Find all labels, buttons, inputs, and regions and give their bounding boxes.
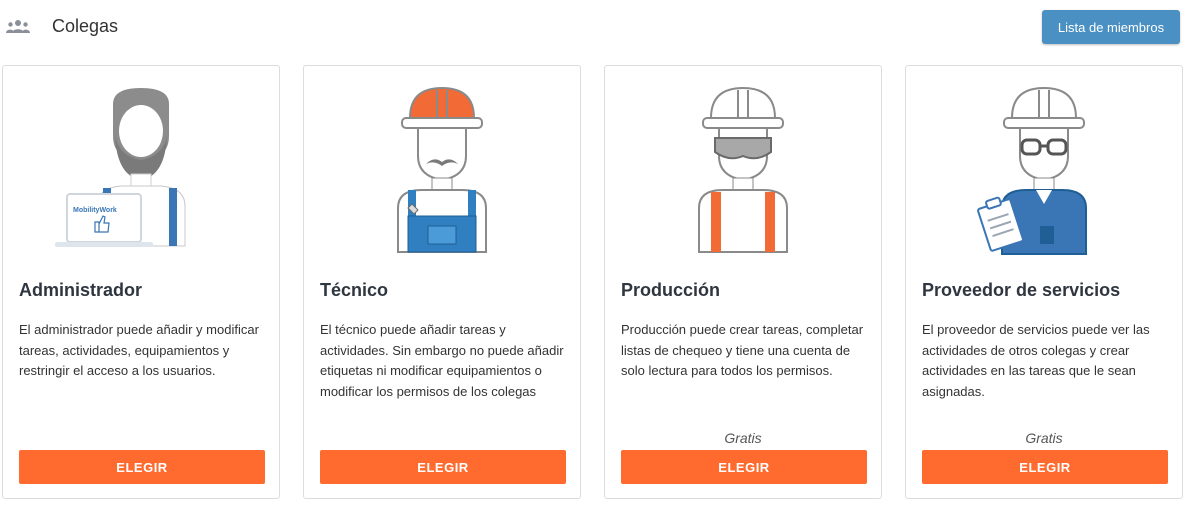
card-price: Gratis: [724, 430, 762, 446]
choose-technician-button[interactable]: ELEGIR: [320, 450, 566, 484]
production-avatar-icon: [698, 86, 788, 253]
technician-illustration: [304, 76, 580, 256]
admin-avatar-icon: MobilityWork: [55, 88, 186, 247]
card-description: El proveedor de servicios puede ver las …: [922, 322, 1150, 399]
page-header: Colegas Lista de miembros: [0, 0, 1192, 56]
service-provider-illustration: [906, 76, 1182, 256]
card-title: Producción: [621, 280, 721, 300]
administrator-illustration: MobilityWork: [3, 76, 279, 256]
choose-service-provider-button[interactable]: ELEGIR: [922, 450, 1168, 484]
card-title: Administrador: [19, 280, 143, 300]
card-description: El administrador puede añadir y modifica…: [19, 322, 259, 378]
card-description: Producción puede crear tareas, completar…: [621, 322, 864, 378]
production-illustration: [605, 76, 881, 256]
service-provider-avatar-icon: [977, 86, 1087, 255]
role-card-administrator: MobilityWork Administrador El administra…: [2, 65, 280, 499]
card-price: Gratis: [1025, 430, 1063, 446]
role-card-technician: Técnico El técnico puede añadir tareas y…: [303, 65, 581, 499]
role-card-service-provider: Proveedor de servicios El proveedor de s…: [905, 65, 1183, 499]
laptop-logo: MobilityWork: [73, 207, 117, 214]
technician-avatar-icon: [397, 86, 487, 253]
members-list-button[interactable]: Lista de miembros: [1042, 10, 1180, 44]
role-card-production: Producción Producción puede crear tareas…: [604, 65, 882, 499]
card-title: Técnico: [320, 280, 389, 300]
card-description: El técnico puede añadir tareas y activid…: [320, 322, 564, 399]
users-group-icon: [6, 20, 30, 33]
choose-administrator-button[interactable]: ELEGIR: [19, 450, 265, 484]
page-title: Colegas: [52, 16, 119, 36]
choose-production-button[interactable]: ELEGIR: [621, 450, 867, 484]
card-title: Proveedor de servicios: [922, 280, 1121, 300]
